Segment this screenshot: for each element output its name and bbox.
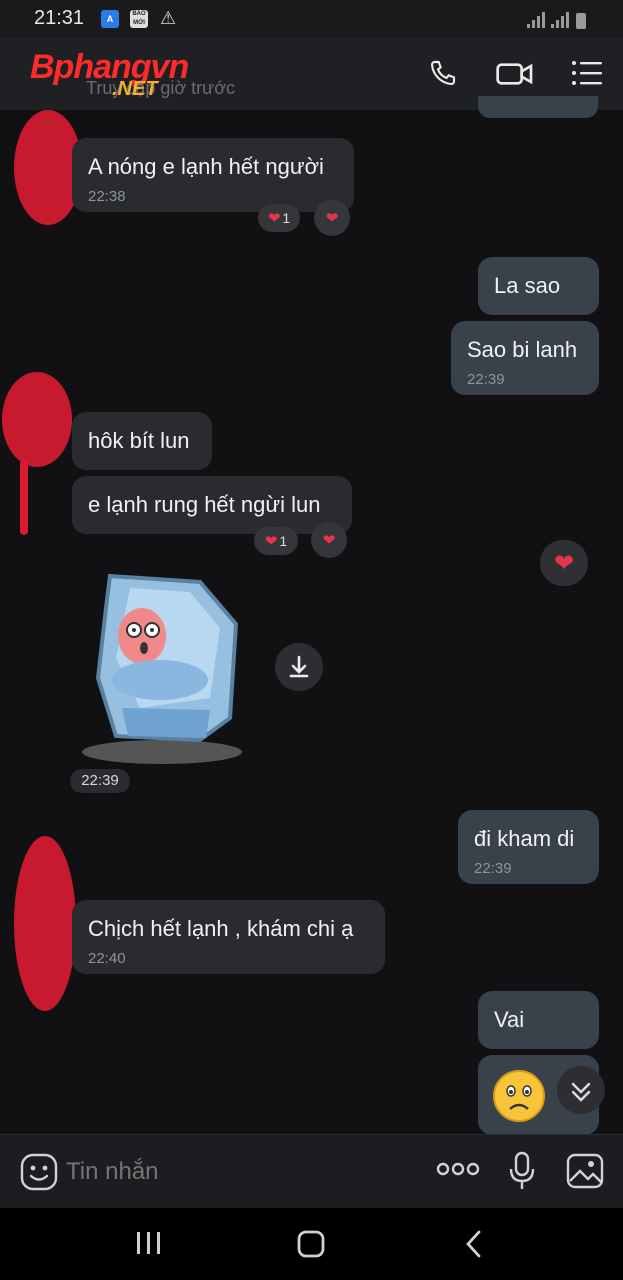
reaction-count: 1 (282, 210, 291, 226)
message-bubble-outgoing[interactable]: đi kham di 22:39 (458, 810, 599, 884)
message-time: 22:39 (467, 371, 505, 388)
download-icon (289, 655, 309, 678)
message-composer (0, 1134, 623, 1209)
status-time: 21:31 (34, 7, 85, 29)
message-bubble-incoming[interactable]: A nóng e lạnh hết người 22:38 (72, 138, 354, 212)
mic-icon[interactable] (508, 1151, 536, 1191)
chat-header: Bphangvn .NET Truy cập giờ trước (0, 38, 623, 118)
message-bubble-incoming[interactable]: Chịch hết lạnh , khám chi ạ 22:40 (72, 900, 385, 974)
message-text: e lạnh rung hết ngừi lun (88, 492, 321, 517)
message-time: 22:39 (474, 860, 512, 877)
heart-icon: ❤ (264, 533, 278, 550)
menu-icon[interactable] (570, 58, 604, 88)
message-text: đi kham di (474, 826, 575, 851)
message-time: 22:38 (88, 188, 126, 205)
message-text: A nóng e lạnh hết người (88, 154, 324, 179)
heart-icon: ❤ (553, 549, 575, 577)
heart-icon: ❤ (267, 210, 281, 227)
message-text: Vai (494, 1007, 525, 1032)
message-input[interactable] (64, 1153, 408, 1191)
download-button[interactable] (275, 643, 323, 691)
sticker-time: 22:39 (70, 769, 130, 793)
signal-battery-icon (527, 12, 586, 29)
reaction-count: 1 (279, 533, 288, 549)
phone-icon[interactable] (426, 58, 458, 90)
message-text: hôk bít lun (88, 428, 190, 453)
home-icon[interactable] (296, 1229, 326, 1259)
redacted-avatar-scribble (14, 836, 76, 1011)
message-bubble-incoming[interactable]: e lạnh rung hết ngừi lun (72, 476, 352, 534)
status-bar: 21:31 A BÁO MỚI ⚠ (0, 0, 623, 38)
sad-face-emoji-icon (493, 1070, 545, 1122)
message-text: Sao bi lanh (467, 337, 578, 362)
video-icon[interactable] (495, 58, 535, 90)
message-text: Chịch hết lạnh , khám chi ạ (88, 916, 354, 941)
back-icon[interactable] (462, 1229, 486, 1259)
previous-message-tail (478, 96, 598, 118)
message-bubble-outgoing[interactable]: Vai (478, 991, 599, 1049)
quick-heart-button[interactable]: ❤ (540, 540, 588, 586)
reaction-summary[interactable]: ❤ 1 (254, 527, 298, 555)
warning-icon: ⚠ (160, 8, 177, 28)
redacted-avatar-scribble (20, 460, 28, 535)
app-notification-icon: A (101, 10, 119, 28)
reaction-summary[interactable]: ❤ 1 (258, 204, 300, 232)
android-nav-bar (0, 1208, 623, 1280)
react-button[interactable]: ❤ (311, 522, 347, 558)
emoji-icon[interactable] (20, 1153, 58, 1191)
chat-subtitle: Truy cập giờ trước (86, 78, 236, 98)
message-time: 22:40 (88, 950, 126, 967)
redacted-avatar-scribble (2, 372, 72, 467)
frozen-sticker[interactable] (80, 568, 250, 768)
scroll-down-icon (571, 1082, 591, 1102)
image-icon[interactable] (566, 1153, 604, 1189)
message-bubble-incoming[interactable]: hôk bít lun (72, 412, 212, 470)
message-bubble-outgoing[interactable]: La sao (478, 257, 599, 315)
message-text: La sao (494, 273, 561, 298)
more-icon[interactable] (436, 1161, 480, 1177)
react-button[interactable]: ❤ (314, 200, 350, 236)
message-bubble-outgoing[interactable]: Sao bi lanh 22:39 (451, 321, 599, 395)
scroll-down-button[interactable] (557, 1066, 605, 1114)
heart-icon: ❤ (322, 532, 336, 549)
heart-icon: ❤ (325, 210, 339, 227)
news-notification-icon: BÁO MỚI (130, 10, 148, 28)
recents-icon[interactable] (135, 1230, 163, 1256)
